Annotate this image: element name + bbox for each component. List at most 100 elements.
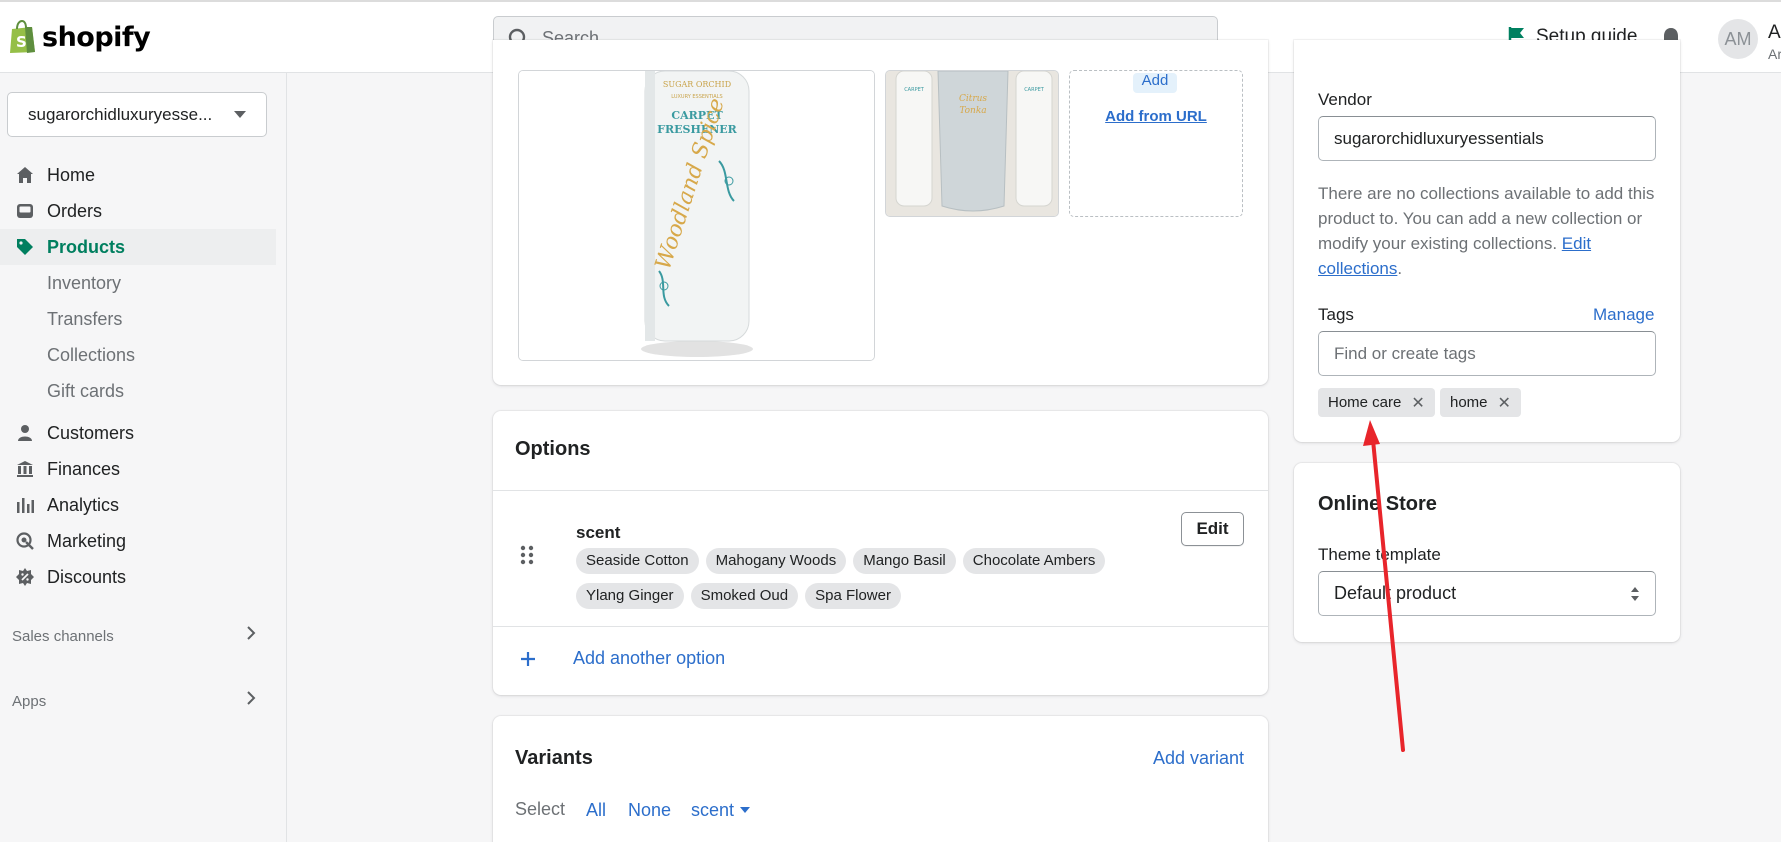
collections-help-body: There are no collections available to ad… [1318, 184, 1655, 253]
nav-item-products[interactable]: Products [0, 229, 276, 265]
nav-label-home: Home [47, 164, 96, 185]
target-icon [15, 531, 35, 551]
select-none-link[interactable]: None [628, 800, 671, 821]
select-arrows-icon [1631, 586, 1639, 601]
svg-text:S: S [16, 33, 27, 51]
shopify-logo[interactable]: S shopify [8, 20, 151, 54]
nav-label-customers: Customers [47, 422, 135, 443]
user-store-name: Ar [1768, 46, 1781, 62]
nav-item-analytics[interactable]: Analytics [0, 487, 287, 523]
store-name: sugarorchidluxuryesse... [28, 104, 213, 124]
tag-chip: home ✕ [1440, 388, 1521, 417]
nav-label-products: Products [47, 236, 126, 257]
tags-input[interactable]: Find or create tags [1318, 331, 1656, 376]
tags-label: Tags [1318, 305, 1354, 324]
plus-icon[interactable] [520, 651, 536, 672]
select-label: Select [515, 799, 566, 819]
tag-chip: Home care ✕ [1318, 388, 1435, 417]
nav-item-marketing[interactable]: Marketing [0, 523, 287, 559]
add-from-url-link[interactable]: Add from URL [1070, 108, 1242, 125]
variants-title: Variants [515, 747, 593, 769]
user-name[interactable]: A [1768, 22, 1781, 44]
shopify-bag-icon: S [10, 20, 35, 53]
scent-filter-dropdown[interactable]: scent [691, 800, 751, 821]
caret-down-icon [740, 807, 751, 813]
option-value-pill: Mahogany Woods [705, 548, 847, 574]
product-image-main[interactable]: SUGAR ORCHID LUXURY ESSENTIALS CARPET FR… [518, 70, 875, 361]
theme-template-value: Default product [1334, 583, 1457, 603]
avatar[interactable]: AM [1718, 19, 1758, 59]
product-image-thumb[interactable]: Citrus Tonka CARPET CARPET [885, 70, 1059, 217]
discount-icon [15, 567, 35, 587]
person-icon [15, 423, 35, 443]
nav-sub-collections[interactable]: Collections [0, 337, 287, 373]
svg-text:Citrus: Citrus [959, 94, 987, 104]
online-store-title: Online Store [1318, 493, 1437, 515]
option-value-pill: Chocolate Ambers [962, 548, 1106, 574]
product-organization-card: Vendor sugarorchidluxuryessentials There… [1294, 40, 1680, 442]
tag-label: home [1450, 394, 1488, 411]
main-nav: Home Orders Products Inventory Transfers… [0, 157, 287, 595]
scent-filter-label: scent [691, 800, 735, 820]
chevron-right-icon[interactable] [246, 691, 256, 710]
online-store-card: Online Store Theme template Default prod… [1294, 463, 1680, 642]
home-icon [15, 165, 35, 185]
add-media-button[interactable]: Add [1133, 73, 1177, 93]
tag-icon [15, 237, 35, 257]
nav-item-orders[interactable]: Orders [0, 193, 287, 229]
bank-icon [15, 459, 35, 479]
caret-down-icon [234, 110, 246, 118]
svg-text:Tonka: Tonka [959, 106, 986, 116]
bar-chart-icon [15, 495, 35, 515]
vendor-label: Vendor [1318, 90, 1372, 109]
svg-text:CARPET: CARPET [904, 87, 925, 93]
nav-item-finances[interactable]: Finances [0, 451, 287, 487]
select-all-link[interactable]: All [586, 800, 606, 821]
nav-label-discounts: Discounts [47, 566, 127, 587]
tag-label: Home care [1328, 394, 1402, 411]
options-title: Options [515, 438, 591, 460]
add-variant-link[interactable]: Add variant [1153, 748, 1244, 769]
add-media-dropzone[interactable]: Add Add from URL [1069, 70, 1243, 217]
apps-label[interactable]: Apps [12, 693, 46, 710]
media-card: SUGAR ORCHID LUXURY ESSENTIALS CARPET FR… [493, 40, 1268, 385]
options-card: Options scent Edit Seaside Cotton Mahogan… [493, 411, 1268, 695]
svg-text:CARPET: CARPET [1024, 87, 1045, 93]
nav-label-marketing: Marketing [47, 530, 127, 551]
store-selector[interactable]: sugarorchidluxuryesse... [7, 92, 267, 137]
remove-tag-icon[interactable]: ✕ [1498, 393, 1511, 413]
bottle-brand: SUGAR ORCHID [663, 80, 731, 89]
nav-item-home[interactable]: Home [0, 157, 287, 193]
manage-tags-link[interactable]: Manage [1593, 305, 1654, 325]
remove-tag-icon[interactable]: ✕ [1411, 393, 1424, 413]
theme-template-label: Theme template [1318, 545, 1441, 564]
option-values-row-2: Ylang Ginger Smoked Oud Spa Flower [576, 583, 1176, 609]
theme-template-select[interactable]: Default product [1318, 571, 1656, 616]
nav-item-customers[interactable]: Customers [0, 415, 287, 451]
divider [493, 626, 1268, 627]
option-value-pill: Mango Basil [853, 548, 956, 574]
nav-label-finances: Finances [47, 458, 121, 479]
nav-sub-inventory[interactable]: Inventory [0, 265, 287, 301]
nav-label-analytics: Analytics [47, 494, 120, 515]
chevron-right-icon[interactable] [246, 626, 256, 645]
nav-label-orders: Orders [47, 200, 103, 221]
collections-help-text: There are no collections available to ad… [1318, 184, 1655, 278]
product-bottle-image: SUGAR ORCHID LUXURY ESSENTIALS CARPET FR… [519, 71, 874, 360]
variants-card: Variants Add variant Select All None sce… [493, 716, 1268, 842]
nav-sub-transfers[interactable]: Transfers [0, 301, 287, 337]
add-another-option-link[interactable]: Add another option [573, 648, 725, 669]
option-values-row-1: Seaside Cotton Mahogany Woods Mango Basil C… [576, 548, 1176, 574]
vendor-field[interactable]: sugarorchidluxuryessentials [1318, 116, 1656, 161]
option-value-pill: Spa Flower [805, 583, 901, 609]
nav-item-discounts[interactable]: Discounts [0, 559, 287, 595]
sales-channels-label[interactable]: Sales channels [12, 628, 114, 645]
logo-text: shopify [42, 21, 151, 53]
drag-handle-icon[interactable] [520, 545, 534, 570]
option-value-pill: Seaside Cotton [576, 548, 699, 574]
option-name: scent [576, 523, 621, 542]
edit-option-button[interactable]: Edit [1181, 512, 1244, 546]
orders-icon [15, 201, 35, 221]
divider [493, 490, 1268, 491]
nav-sub-gift-cards[interactable]: Gift cards [0, 373, 287, 409]
